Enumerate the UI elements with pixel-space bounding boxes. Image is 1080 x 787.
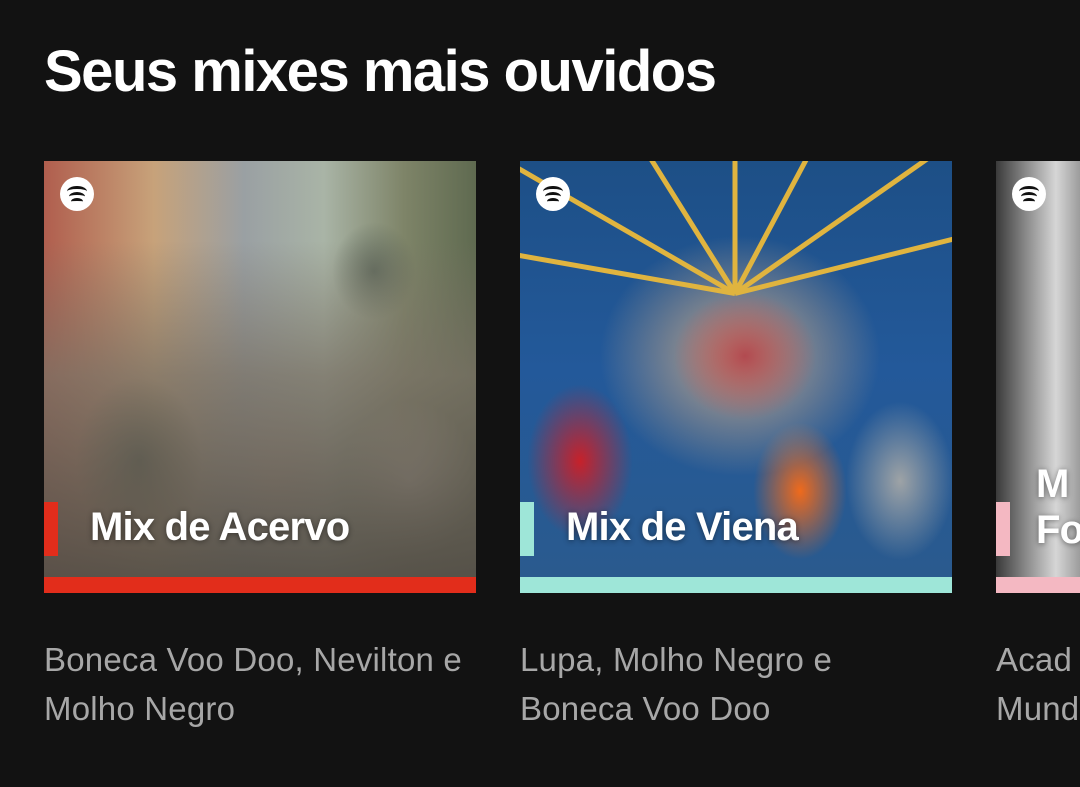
accent-bar [520, 577, 952, 593]
mix-subtitle: Acad Mund [996, 641, 1080, 727]
mix-subtitle: Boneca Voo Doo, Nevilton e Molho Negro [44, 641, 462, 727]
mix-title: Mix de Viena [566, 505, 799, 549]
mix-title: Mix de Acervo [90, 505, 350, 549]
accent-tab [520, 502, 534, 556]
spotify-logo-icon [1012, 177, 1046, 211]
mix-cover[interactable]: M Fo [996, 161, 1080, 593]
section-title: Seus mixes mais ouvidos [44, 39, 717, 104]
mix-cover[interactable]: Mix de Acervo [44, 161, 476, 593]
spotify-logo-icon [60, 177, 94, 211]
mix-title: M Fo [1036, 462, 1080, 552]
mix-card[interactable]: M Fo Acad Mund [996, 161, 1080, 733]
accent-tab [996, 502, 1010, 556]
mix-card[interactable]: Mix de Viena Lupa, Molho Negro e Boneca … [520, 161, 952, 733]
home-screen: Seus mixes mais ouvidos Mix de Acervo Bo… [0, 0, 1080, 787]
mix-cover[interactable]: Mix de Viena [520, 161, 952, 593]
accent-bar [44, 577, 476, 593]
mix-card[interactable]: Mix de Acervo Boneca Voo Doo, Nevilton e… [44, 161, 476, 733]
accent-bar [996, 577, 1080, 593]
mural-ray [732, 161, 738, 294]
spotify-logo-icon [536, 177, 570, 211]
mural-ray [520, 245, 736, 296]
accent-tab [44, 502, 58, 556]
mix-subtitle: Lupa, Molho Negro e Boneca Voo Doo [520, 641, 832, 727]
